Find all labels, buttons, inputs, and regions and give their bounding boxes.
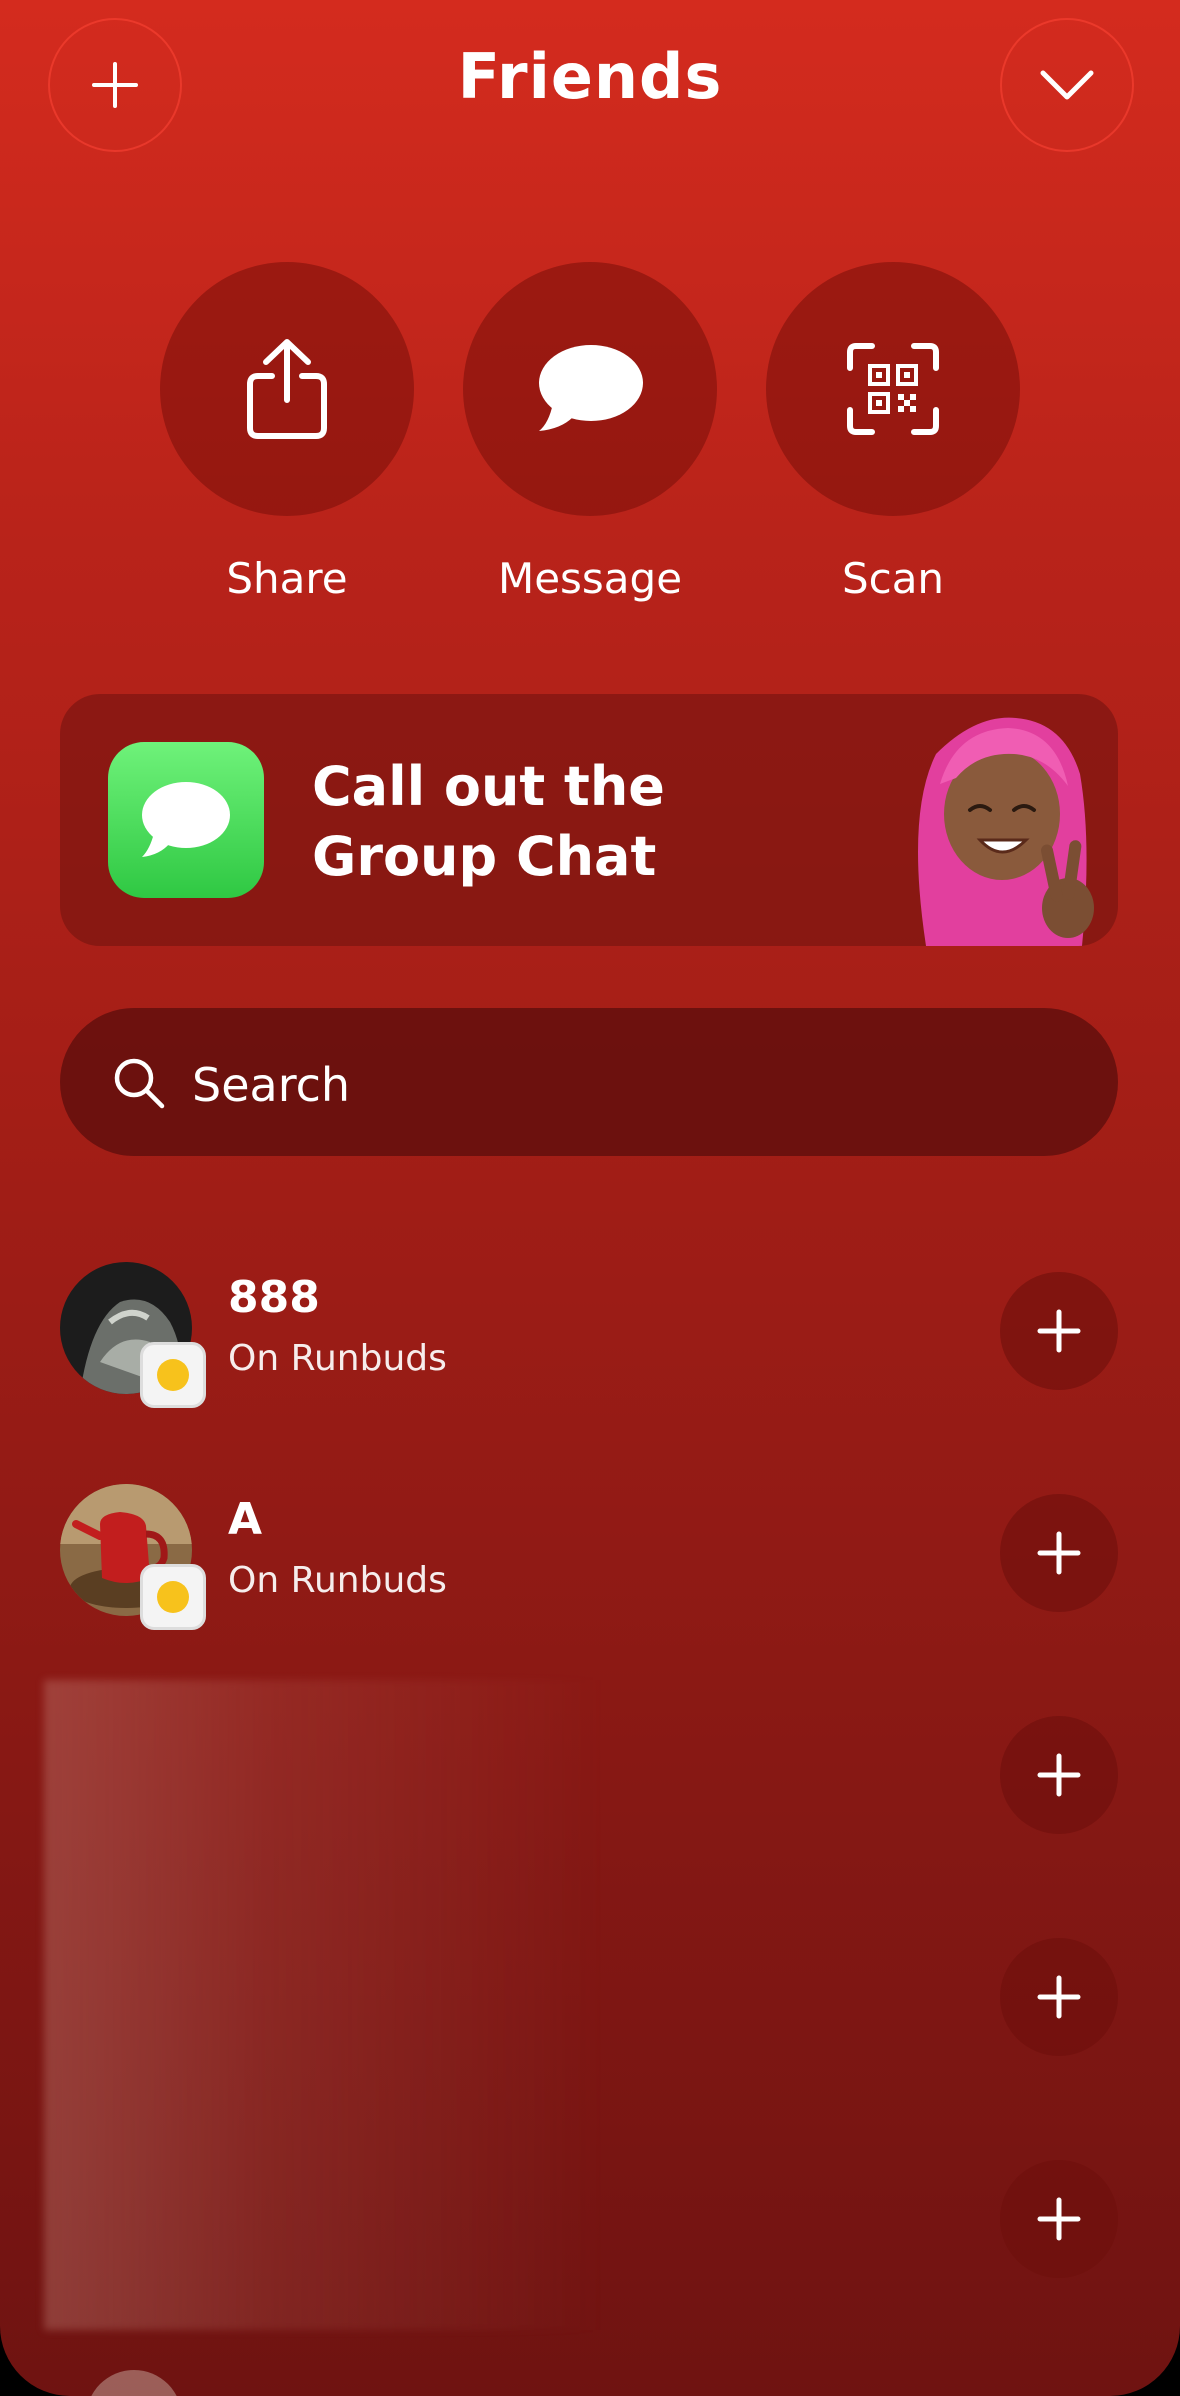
banner-text: Call out the Group Chat bbox=[312, 755, 665, 888]
search-bar[interactable]: Search bbox=[60, 1008, 1118, 1156]
search-icon bbox=[114, 1058, 165, 1109]
avatar bbox=[86, 2370, 182, 2396]
runbuds-badge-icon bbox=[140, 1342, 206, 1408]
plus-icon bbox=[1037, 1753, 1081, 1797]
friend-status: On Runbuds bbox=[228, 1560, 447, 1601]
friends-screen: Friends Share Message Scan Call out the … bbox=[0, 0, 1180, 2396]
messages-app-icon bbox=[108, 742, 264, 898]
share-icon bbox=[247, 339, 327, 439]
scan-button[interactable] bbox=[766, 262, 1020, 516]
add-friend-button-5[interactable] bbox=[1000, 2160, 1118, 2278]
plus-icon bbox=[1037, 1309, 1081, 1353]
add-friend-a-button[interactable] bbox=[1000, 1494, 1118, 1612]
friend-row[interactable]: 888 On Runbuds bbox=[0, 1262, 1180, 1412]
share-button[interactable] bbox=[160, 262, 414, 516]
qr-scan-icon bbox=[847, 343, 939, 435]
scan-action[interactable]: Scan bbox=[766, 262, 1020, 603]
search-label: Search bbox=[192, 1058, 351, 1112]
plus-icon bbox=[1037, 1975, 1081, 2019]
runbuds-badge-icon bbox=[140, 1564, 206, 1630]
scan-label: Scan bbox=[841, 554, 945, 603]
share-label: Share bbox=[226, 554, 348, 603]
share-action[interactable]: Share bbox=[160, 262, 414, 603]
message-label: Message bbox=[497, 554, 683, 603]
friend-status: On Runbuds bbox=[228, 1338, 447, 1379]
friend-name: A bbox=[228, 1494, 263, 1545]
plus-icon bbox=[1037, 1531, 1081, 1575]
memoji-image bbox=[918, 717, 1094, 946]
group-chat-banner[interactable]: Call out the Group Chat bbox=[60, 694, 1118, 946]
chevron-down-icon bbox=[1040, 70, 1094, 100]
friend-row[interactable]: A On Runbuds bbox=[0, 1484, 1180, 1634]
plus-icon bbox=[1037, 2197, 1081, 2241]
blurred-content bbox=[44, 1680, 604, 2330]
message-action[interactable]: Message bbox=[463, 262, 717, 603]
speech-bubble-icon bbox=[539, 345, 643, 431]
add-friend-888-button[interactable] bbox=[1000, 1272, 1118, 1390]
add-friend-button-3[interactable] bbox=[1000, 1716, 1118, 1834]
add-friend-button-4[interactable] bbox=[1000, 1938, 1118, 2056]
message-button[interactable] bbox=[463, 262, 717, 516]
collapse-button[interactable] bbox=[1000, 18, 1134, 152]
friend-name: 888 bbox=[228, 1272, 320, 1323]
